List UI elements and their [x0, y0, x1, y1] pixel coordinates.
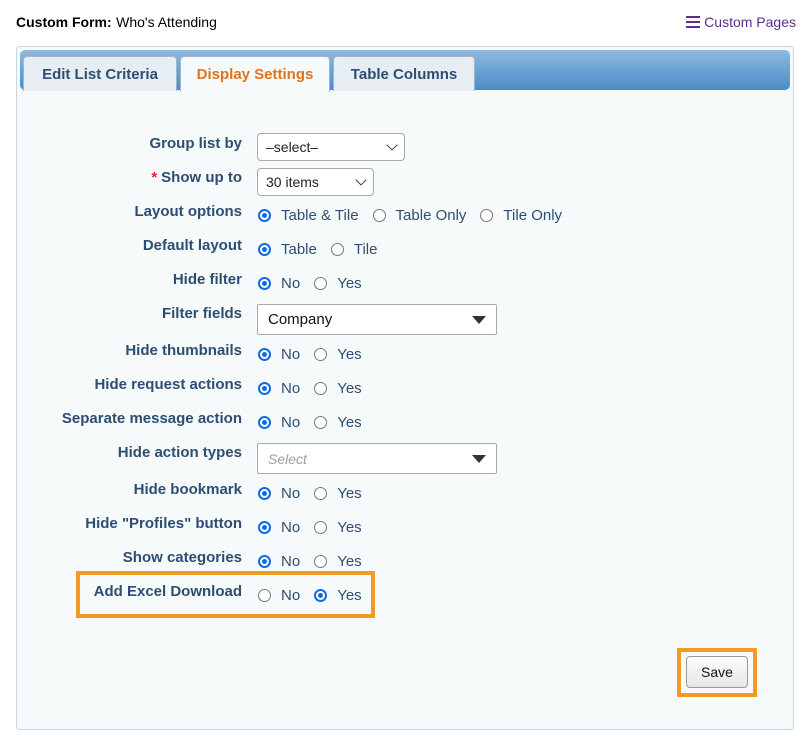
custom-pages-link[interactable]: Custom Pages: [686, 14, 796, 30]
row-hide-request-actions: Hide request actions No Yes: [17, 376, 795, 404]
default-layout-label: Default layout: [142, 237, 242, 254]
radio-icon: [372, 209, 386, 222]
hide-filter-label: Hide filter: [172, 271, 242, 288]
form-label: Custom Form:: [16, 14, 112, 30]
custom-pages-label: Custom Pages: [704, 14, 796, 30]
hide-bookmark-no[interactable]: No: [258, 485, 300, 502]
row-hide-bookmark: Hide bookmark No Yes: [17, 481, 795, 509]
radio-selected-icon: [258, 555, 271, 568]
filter-fields-value: Company: [268, 311, 333, 328]
row-hide-thumbnails: Hide thumbnails No Yes: [17, 342, 795, 370]
separate-message-action-no[interactable]: No: [258, 414, 300, 431]
show-up-to-value: 30 items: [266, 174, 319, 190]
caret-down-icon: [472, 454, 486, 463]
row-default-layout: Default layout Table Tile: [17, 237, 795, 265]
hide-bookmark-label: Hide bookmark: [133, 481, 242, 498]
row-hide-filter: Hide filter No Yes: [17, 271, 795, 299]
tab-edit-list-criteria[interactable]: Edit List Criteria: [23, 56, 177, 91]
row-group-list-by: Group list by –select–: [17, 133, 795, 163]
radio-icon: [314, 416, 328, 429]
form-name: Who's Attending: [116, 14, 217, 30]
default-layout-tile[interactable]: Tile: [330, 241, 377, 258]
radio-selected-icon: [258, 348, 271, 361]
hide-profiles-button-label: Hide "Profiles" button: [85, 515, 242, 532]
hide-request-actions-label: Hide request actions: [94, 376, 242, 393]
hide-thumbnails-yes[interactable]: Yes: [314, 346, 362, 363]
show-categories-yes[interactable]: Yes: [314, 553, 362, 570]
show-categories-label: Show categories: [122, 549, 242, 566]
radio-icon: [480, 209, 494, 222]
radio-icon: [314, 277, 328, 290]
hide-request-actions-yes[interactable]: Yes: [314, 380, 362, 397]
radio-selected-icon: [258, 209, 271, 222]
radio-selected-icon: [258, 416, 271, 429]
group-list-by-select[interactable]: –select–: [257, 133, 405, 161]
hide-filter-no[interactable]: No: [258, 275, 300, 292]
show-categories-no[interactable]: No: [258, 553, 300, 570]
filter-fields-select[interactable]: Company: [257, 304, 497, 335]
radio-selected-icon: [258, 521, 271, 534]
row-show-up-to: * Show up to 30 items: [17, 168, 795, 197]
hide-profiles-button-yes[interactable]: Yes: [314, 519, 362, 536]
radio-icon: [314, 521, 328, 534]
tab-display-settings[interactable]: Display Settings: [180, 56, 330, 92]
row-layout-options: Layout options Table & Tile Table Only T…: [17, 203, 795, 231]
tab-table-columns[interactable]: Table Columns: [333, 56, 475, 91]
excel-download-highlight: [76, 571, 375, 618]
row-hide-action-types: Hide action types Select: [17, 443, 795, 474]
row-filter-fields: Filter fields Company: [17, 304, 795, 335]
page-header: Custom Form: Who's Attending Custom Page…: [16, 14, 796, 34]
hide-action-types-label: Hide action types: [117, 444, 242, 461]
radio-selected-icon: [258, 487, 271, 500]
layout-option-table-tile[interactable]: Table & Tile: [258, 207, 359, 224]
hide-profiles-button-no[interactable]: No: [258, 519, 300, 536]
caret-down-icon: [472, 315, 486, 324]
radio-selected-icon: [258, 243, 271, 256]
group-list-by-label: Group list by: [149, 135, 242, 152]
default-layout-table[interactable]: Table: [258, 241, 317, 258]
show-up-to-select[interactable]: 30 items: [257, 168, 374, 196]
radio-icon: [330, 243, 344, 256]
row-hide-profiles-button: Hide "Profiles" button No Yes: [17, 515, 795, 543]
hide-thumbnails-no[interactable]: No: [258, 346, 300, 363]
required-mark: *: [151, 169, 158, 186]
radio-icon: [314, 348, 328, 361]
layout-options-label: Layout options: [134, 203, 243, 220]
filter-fields-label: Filter fields: [161, 305, 242, 322]
layout-option-tile-only[interactable]: Tile Only: [480, 207, 562, 224]
radio-icon: [314, 487, 328, 500]
hide-action-types-select[interactable]: Select: [257, 443, 497, 474]
hide-action-types-placeholder: Select: [268, 450, 307, 467]
hide-thumbnails-label: Hide thumbnails: [125, 342, 242, 359]
show-up-to-label: * Show up to: [151, 169, 242, 186]
hide-bookmark-yes[interactable]: Yes: [314, 485, 362, 502]
chevron-down-icon: [386, 139, 398, 151]
separate-message-action-label: Separate message action: [61, 410, 242, 427]
hide-filter-yes[interactable]: Yes: [314, 275, 362, 292]
group-list-by-value: –select–: [266, 139, 319, 155]
layout-option-table-only[interactable]: Table Only: [372, 207, 466, 224]
tab-bar: Edit List Criteria Display Settings Tabl…: [20, 50, 790, 92]
separate-message-action-yes[interactable]: Yes: [314, 414, 362, 431]
list-icon: [686, 16, 701, 28]
radio-icon: [314, 555, 328, 568]
chevron-down-icon: [355, 174, 367, 186]
settings-panel: Edit List Criteria Display Settings Tabl…: [16, 46, 794, 730]
hide-request-actions-no[interactable]: No: [258, 380, 300, 397]
radio-selected-icon: [258, 277, 271, 290]
save-button[interactable]: Save: [686, 656, 748, 688]
row-separate-message-action: Separate message action No Yes: [17, 410, 795, 438]
radio-selected-icon: [258, 382, 271, 395]
radio-icon: [314, 382, 328, 395]
